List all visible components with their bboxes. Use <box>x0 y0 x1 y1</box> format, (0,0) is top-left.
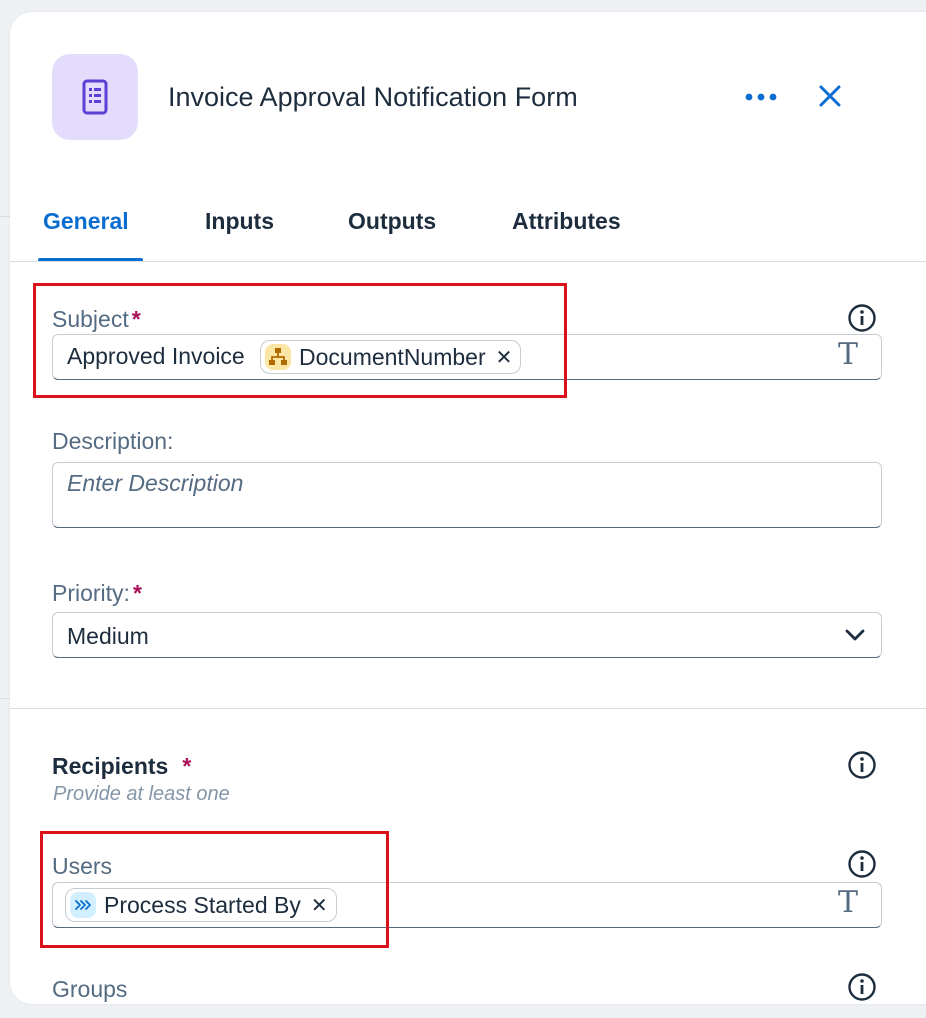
groups-label: Groups <box>52 976 128 1002</box>
more-options-button[interactable] <box>744 82 780 112</box>
priority-value: Medium <box>67 623 149 649</box>
recipients-title: Recipients * <box>52 753 192 779</box>
text-mode-icon[interactable]: T <box>838 337 858 372</box>
background-divider <box>0 216 10 217</box>
annotation-box <box>33 283 567 398</box>
text-mode-icon[interactable]: T <box>838 885 858 920</box>
groups-info-icon[interactable] <box>847 972 877 1002</box>
description-placeholder: Enter Description <box>67 470 244 496</box>
priority-select[interactable]: Medium <box>52 612 882 658</box>
more-icon <box>745 93 777 101</box>
form-document-icon <box>52 54 138 140</box>
required-indicator: * <box>182 753 192 779</box>
required-indicator: * <box>132 580 142 606</box>
tab-divider <box>10 261 926 262</box>
close-icon <box>819 85 841 107</box>
tab-general[interactable]: General <box>43 208 129 235</box>
page-title: Invoice Approval Notification Form <box>168 82 578 112</box>
tab-outputs[interactable]: Outputs <box>348 208 436 235</box>
recipients-hint: Provide at least one <box>53 783 230 805</box>
priority-label: Priority: * <box>52 580 142 606</box>
chevron-down-icon[interactable] <box>842 622 868 648</box>
description-label: Description: <box>52 428 174 454</box>
tab-inputs[interactable]: Inputs <box>205 208 274 235</box>
recipients-info-icon[interactable] <box>847 750 877 780</box>
tab-attributes[interactable]: Attributes <box>512 208 621 235</box>
users-info-icon[interactable] <box>847 849 877 879</box>
annotation-box <box>40 831 389 948</box>
subject-info-icon[interactable] <box>847 303 877 333</box>
close-button[interactable] <box>814 80 846 112</box>
background-divider <box>0 698 10 699</box>
description-input[interactable]: Enter Description <box>52 462 882 528</box>
section-divider <box>10 708 926 709</box>
